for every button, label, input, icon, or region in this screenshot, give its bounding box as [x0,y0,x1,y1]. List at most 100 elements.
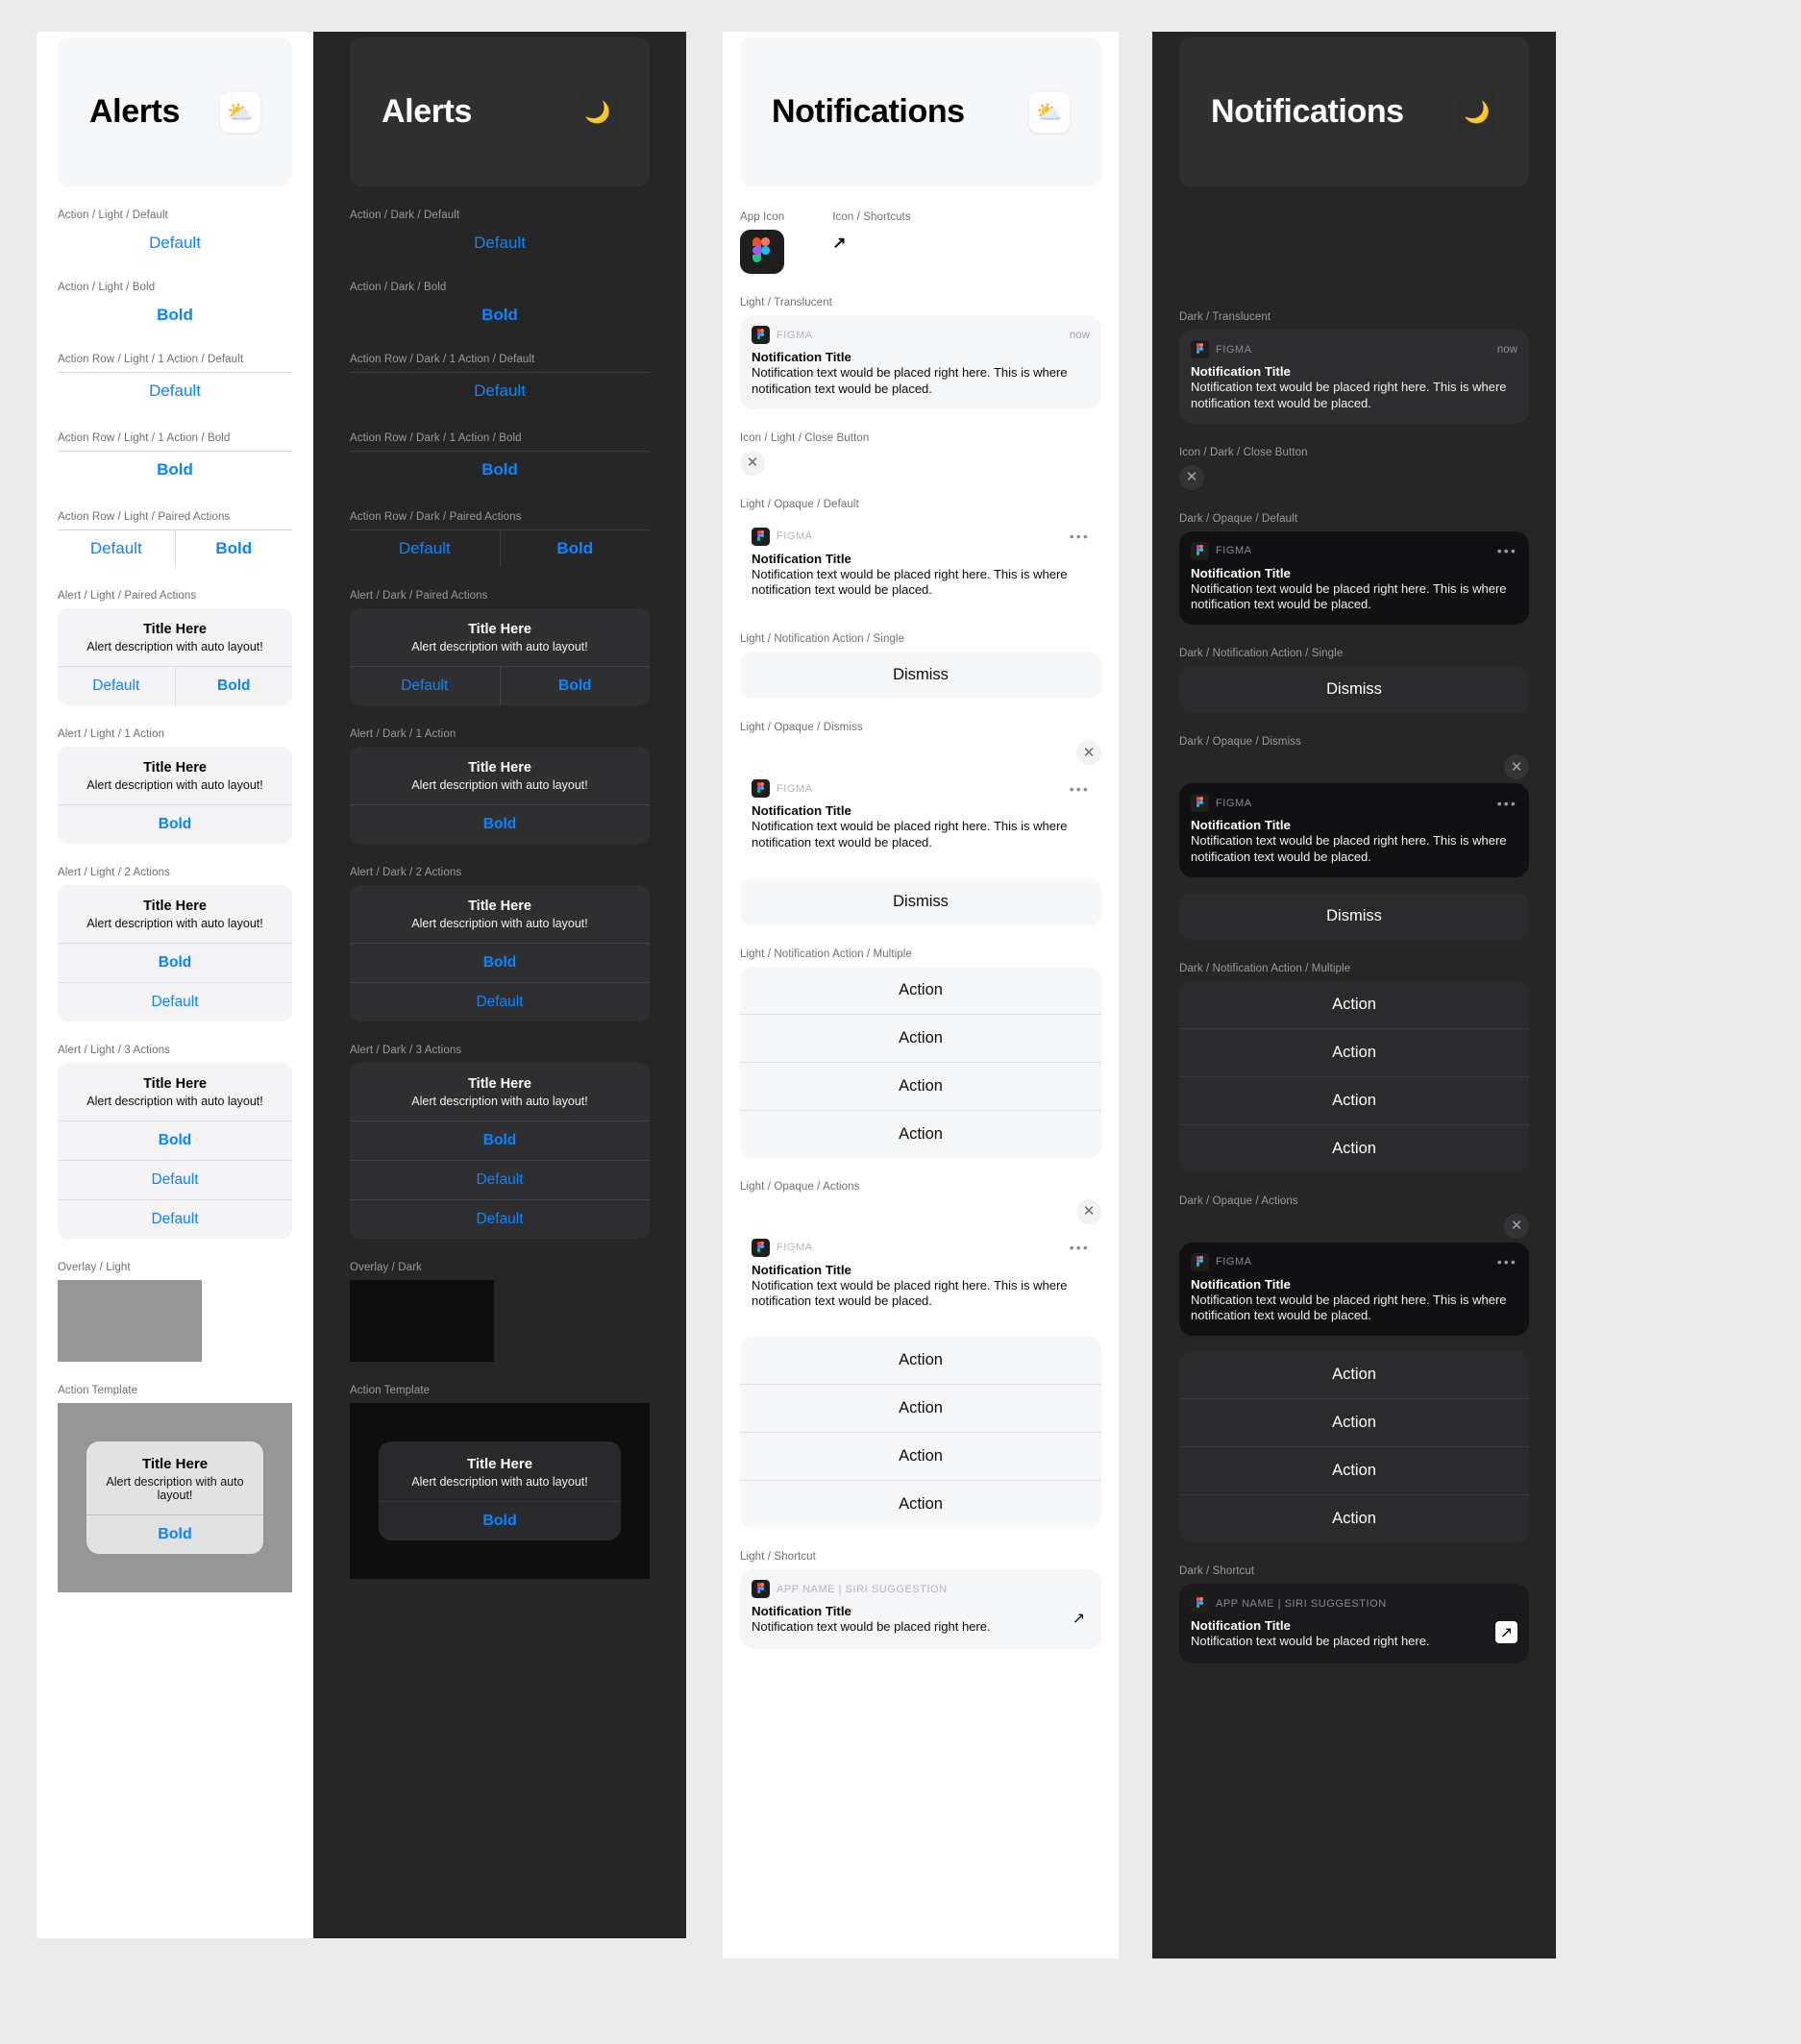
alert-button-bold[interactable]: Bold [350,804,650,844]
action-default[interactable]: Default [350,228,650,259]
action-row-item-bold[interactable]: Bold [58,452,292,488]
close-button[interactable]: ✕ [1076,740,1101,766]
notification-action-action[interactable]: Action [1179,1494,1529,1542]
alert-button-default[interactable]: Default [350,982,650,1022]
alert-card: Title Here Alert description with auto la… [58,747,292,844]
notification-action-action[interactable]: Action [740,1337,1101,1384]
notification-action-dismiss[interactable]: Dismiss [1179,666,1529,713]
alert-button-bold[interactable]: Bold [350,1121,650,1160]
figma-logo-icon [1191,340,1209,358]
notification-action-action[interactable]: Action [1179,981,1529,1028]
notification-action-action[interactable]: Action [1179,1446,1529,1494]
alert-button-default[interactable]: Default [350,1160,650,1199]
alert-button-bold[interactable]: Bold [58,1121,292,1160]
action-row-item-bold[interactable]: Bold [499,530,651,567]
notification-action-dismiss[interactable]: Dismiss [1179,893,1529,940]
notification-action-action[interactable]: Action [740,1061,1101,1110]
alert-button-default[interactable]: Default [58,1160,292,1199]
action-row-item-bold[interactable]: Bold [350,452,650,488]
more-options-icon[interactable]: ••• [1497,544,1517,557]
siri-shortcut-card[interactable]: APP NAME | SIRI SUGGESTION Notification T… [1179,1584,1529,1663]
action-default[interactable]: Default [58,228,292,259]
notification-action-dismiss[interactable]: Dismiss [740,878,1101,925]
dark-mode-toggle[interactable]: 🌙 [578,91,618,133]
notification-action-action[interactable]: Action [740,1432,1101,1480]
notification-action-action[interactable]: Action [740,967,1101,1014]
action-bold[interactable]: Bold [350,300,650,331]
notification-card[interactable]: FIGMA ••• Notification Title Notification t… [740,1228,1101,1322]
notification-action-action[interactable]: Action [1179,1027,1529,1076]
alert-button-bold[interactable]: Bold [350,943,650,982]
notification-timestamp: now [1496,343,1517,356]
spec-label: Alert / Dark / 2 Actions [350,867,462,878]
notification-action-dismiss[interactable]: Dismiss [740,652,1101,699]
more-options-icon[interactable]: ••• [1070,529,1090,543]
template-button[interactable]: Bold [379,1501,621,1540]
notification-card[interactable]: FIGMA now Notification Title Notification t… [740,315,1101,409]
light-mode-toggle[interactable]: ⛅ [220,91,260,133]
close-button[interactable]: ✕ [1076,1198,1101,1224]
siri-shortcut-card[interactable]: APP NAME | SIRI SUGGESTION Notification T… [740,1569,1101,1649]
action-row-item-default[interactable]: Default [58,373,292,409]
section: Action Row / Dark / Paired Actions Defaul… [350,511,650,567]
more-options-icon[interactable]: ••• [1497,797,1517,810]
notification-card[interactable]: FIGMA ••• Notification Title Notification t… [1179,530,1529,626]
column-notifications-light: Notifications ⛅ App Icon Icon / Shortcut… [723,32,1119,1958]
alert-button-bold[interactable]: Bold [174,666,292,705]
shortcut-open-button[interactable]: ↗ [1495,1621,1517,1644]
more-options-icon[interactable]: ••• [1070,782,1090,796]
action-row-item-bold[interactable]: Bold [174,530,293,567]
close-button[interactable]: ✕ [740,450,765,476]
action-row-item-default[interactable]: Default [350,530,500,567]
close-icon: ✕ [1510,1218,1523,1235]
action-bold[interactable]: Bold [58,300,292,331]
alerts-dark-sections: Action / Dark / Default Default Action / D… [350,209,650,1579]
close-button[interactable]: ✕ [1504,754,1529,780]
close-button[interactable]: ✕ [1504,1213,1529,1239]
notification-action-action[interactable]: Action [1179,1123,1529,1172]
alert-button-bold[interactable]: Bold [58,943,292,982]
alert-button-bold[interactable]: Bold [499,666,650,705]
notification-app-name: FIGMA [1216,797,1252,809]
notification-action-action[interactable]: Action [1179,1075,1529,1124]
close-button[interactable]: ✕ [1179,464,1204,490]
spec-label: Action Row / Dark / 1 Action / Bold [350,432,522,444]
spec-label: Icon / Dark / Close Button [1179,446,1308,458]
arrow-up-right-icon[interactable]: ↗ [832,230,911,253]
alert-header: Title Here Alert description with auto la… [58,608,292,666]
notification-action-action[interactable]: Action [740,1480,1101,1528]
alert-button-default[interactable]: Default [58,666,175,705]
notification-action-action[interactable]: Action [740,1109,1101,1158]
notification-action-action[interactable]: Action [740,1384,1101,1432]
shortcut-open-button[interactable]: ↗ [1068,1607,1090,1629]
notification-card[interactable]: FIGMA ••• Notification Title Notification t… [1179,783,1529,877]
notification-card[interactable]: FIGMA ••• Notification Title Notification t… [740,769,1101,863]
spec-label: Alert / Dark / 1 Action [350,728,456,740]
notification-card[interactable]: FIGMA now Notification Title Notification t… [1179,330,1529,424]
dark-mode-toggle[interactable]: 🌙 [1457,91,1497,133]
section: Alert / Dark / Paired Actions Title Here A… [350,590,650,705]
light-mode-toggle[interactable]: ⛅ [1029,91,1070,133]
section: Dark / Shortcut APP NAME | SIRI SUGGESTIO… [1179,1565,1529,1663]
action-row-item-default[interactable]: Default [58,530,175,567]
more-options-icon[interactable]: ••• [1070,1241,1090,1254]
alert-button-bold[interactable]: Bold [58,804,292,844]
notification-action-action[interactable]: Action [1179,1351,1529,1398]
alert-button-default[interactable]: Default [350,1199,650,1239]
close-icon: ✕ [746,455,759,472]
notification-card[interactable]: FIGMA ••• Notification Title Notification t… [1179,1242,1529,1337]
notification-action-action[interactable]: Action [740,1013,1101,1062]
alert-button-default[interactable]: Default [350,666,500,705]
template-button[interactable]: Bold [86,1515,263,1554]
section: Light / Notification Action / Multiple Ac… [740,948,1101,1158]
alert-button-default[interactable]: Default [58,1199,292,1239]
alert-button-default[interactable]: Default [58,982,292,1022]
notification-action-action[interactable]: Action [1179,1398,1529,1446]
action-row-item-default[interactable]: Default [350,373,650,409]
notification-header: FIGMA now [752,326,1090,344]
spec-label: Action Template [350,1385,431,1396]
notification-body: Notification text would be placed right … [752,566,1068,598]
more-options-icon[interactable]: ••• [1497,1255,1517,1268]
section: Overlay / Dark [350,1262,650,1362]
notification-card[interactable]: FIGMA ••• Notification Title Notification t… [740,517,1101,611]
